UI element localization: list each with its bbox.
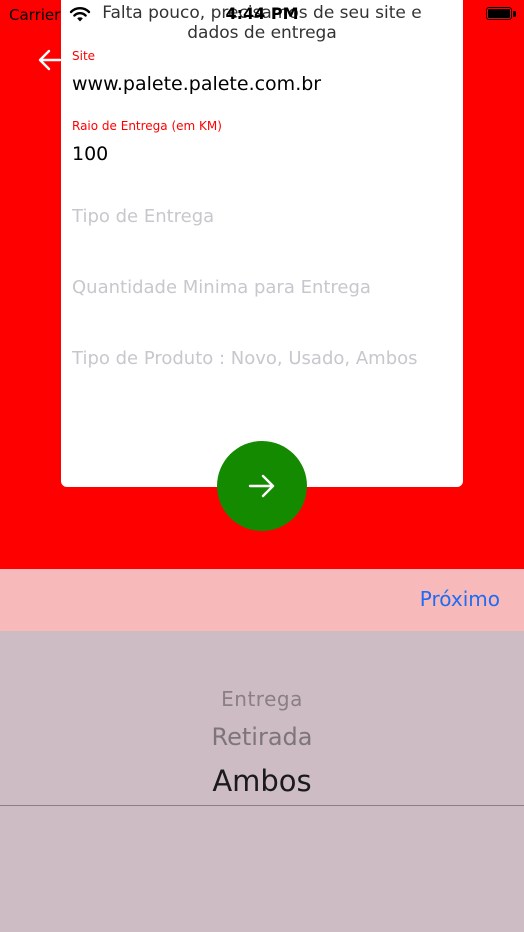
tipo-entrega-picker[interactable]: Entrega Retirada Ambos xyxy=(0,631,524,932)
raio-label: Raio de Entrega (em KM) xyxy=(72,119,222,133)
tipo-produto-field[interactable]: Tipo de Produto : Novo, Usado, Ambos xyxy=(72,348,418,369)
battery-nub xyxy=(513,11,516,17)
status-bar: Carrier 4:44 PM xyxy=(0,0,524,32)
raio-field[interactable]: 100 xyxy=(72,143,108,165)
site-label: Site xyxy=(72,49,96,63)
picker-toolbar: Próximo xyxy=(0,569,524,631)
picker-option[interactable]: Retirada xyxy=(0,723,524,751)
quantidade-minima-field[interactable]: Quantidade Minima para Entrega xyxy=(72,277,371,298)
proximo-button[interactable]: Próximo xyxy=(420,587,500,611)
next-button[interactable] xyxy=(217,441,307,531)
arrow-right-icon xyxy=(248,474,275,498)
status-time: 4:44 PM xyxy=(225,4,299,23)
site-field[interactable]: www.palete.palete.com.br xyxy=(72,73,321,95)
form-card: Falta pouco, precisamos de seu site e da… xyxy=(61,0,463,487)
arrow-left-icon[interactable] xyxy=(36,46,64,74)
picker-option-selected[interactable]: Ambos xyxy=(0,764,524,798)
battery-icon xyxy=(486,7,512,20)
picker-option[interactable]: Entrega xyxy=(0,687,524,711)
picker-selection-line xyxy=(0,805,524,806)
tipo-entrega-field[interactable]: Tipo de Entrega xyxy=(72,206,214,227)
